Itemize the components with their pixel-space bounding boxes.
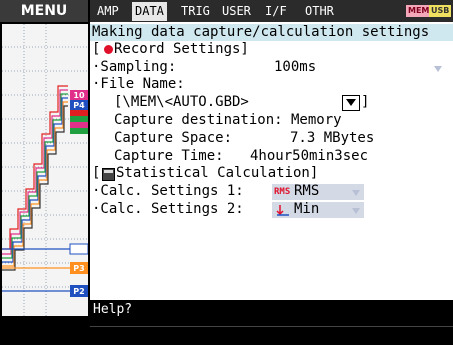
sampling-value: 100ms bbox=[274, 59, 317, 75]
calc1-rms-icon: RMS bbox=[274, 187, 291, 197]
stats-calculator-icon bbox=[102, 168, 115, 181]
filename-label: ·File Name: bbox=[92, 76, 185, 92]
capture-space-value: 7.3 MBytes bbox=[290, 130, 375, 146]
waveform-graph: 10 P4 P3 P2 bbox=[2, 24, 89, 316]
left-footer bbox=[0, 318, 90, 345]
tab-amp[interactable]: AMP bbox=[94, 3, 122, 20]
tab-trig[interactable]: TRIG bbox=[178, 3, 213, 20]
help-text: Help? bbox=[93, 302, 133, 317]
channel-marker-10: 10 bbox=[73, 91, 85, 100]
record-section-title: Record Settings] bbox=[114, 41, 249, 57]
tab-if[interactable]: I/F bbox=[262, 3, 290, 20]
capture-time-label: Capture Time: bbox=[114, 148, 224, 164]
tab-othr[interactable]: OTHR bbox=[302, 3, 337, 20]
filename-value: [\MEM\<AUTO.GBD> bbox=[114, 94, 249, 110]
calc2-dropdown-icon bbox=[352, 208, 360, 214]
tab-data[interactable]: DATA bbox=[132, 2, 167, 21]
channel-marker-p4: P4 bbox=[73, 101, 85, 110]
calc2-min-icon bbox=[276, 204, 290, 216]
tab-user[interactable]: USER bbox=[219, 3, 254, 20]
record-section-bracket: [ bbox=[92, 41, 101, 57]
logger-screen: MENU 10 P4 P3 P2 AMP DATA TRIG USER I/F … bbox=[0, 0, 453, 345]
sampling-label: ·Sampling: bbox=[92, 59, 177, 75]
page-title: Making data capture/calculation settings bbox=[92, 24, 430, 40]
stats-section-title: Statistical Calculation] bbox=[116, 165, 319, 181]
stats-section-bracket: [ bbox=[92, 165, 101, 181]
calc2-value: Min bbox=[294, 201, 320, 217]
help-bar[interactable]: Help? bbox=[90, 300, 453, 345]
channel-marker-p2: P2 bbox=[73, 287, 84, 296]
mem-badge: MEM bbox=[406, 5, 432, 17]
filename-close-bracket: ] bbox=[361, 94, 370, 110]
tab-bar: AMP DATA TRIG USER I/F OTHR MEM USB bbox=[90, 0, 453, 22]
calc2-label: ·Calc. Settings 2: bbox=[92, 201, 244, 217]
filename-browse-button[interactable] bbox=[342, 95, 360, 111]
calc1-dropdown-icon bbox=[352, 190, 360, 196]
record-dot-icon bbox=[104, 45, 113, 54]
menu-button[interactable]: MENU bbox=[0, 0, 88, 22]
capture-space-label: Capture Space: bbox=[114, 130, 233, 146]
help-divider bbox=[90, 326, 453, 327]
sampling-dropdown-icon bbox=[434, 66, 442, 72]
usb-badge: USB bbox=[429, 5, 452, 17]
capture-destination: Capture destination: Memory bbox=[114, 112, 342, 128]
calc1-label: ·Calc. Settings 1: bbox=[92, 183, 244, 199]
settings-panel: Making data capture/calculation settings… bbox=[90, 22, 453, 300]
waveform-preview: 10 P4 P3 P2 bbox=[2, 24, 89, 316]
calc1-value: RMS bbox=[294, 183, 320, 199]
capture-time-value: 4hour50min3sec bbox=[250, 148, 369, 164]
channel-marker-p3: P3 bbox=[73, 264, 84, 273]
